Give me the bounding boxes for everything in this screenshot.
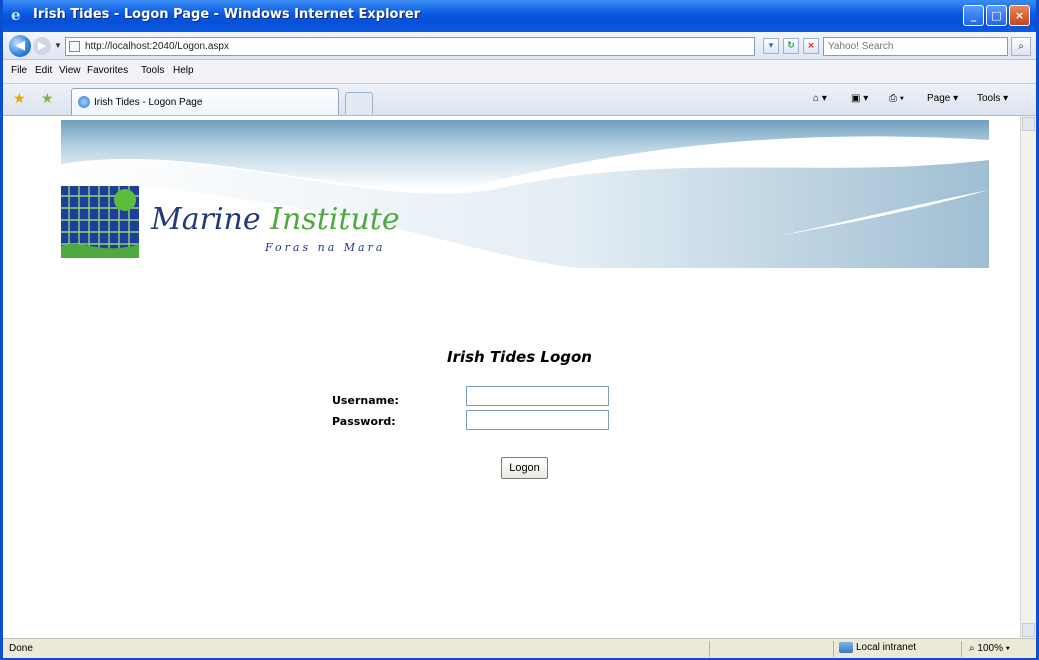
menu-view[interactable]: View bbox=[59, 65, 81, 76]
address-box bbox=[65, 37, 755, 56]
menu-edit[interactable]: Edit bbox=[35, 65, 52, 76]
scroll-up-icon[interactable] bbox=[1022, 117, 1035, 131]
brand-name: Marine Institute bbox=[151, 202, 400, 237]
username-label: Username: bbox=[332, 394, 399, 407]
close-button[interactable]: × bbox=[1009, 5, 1030, 26]
brand-secondary: Institute bbox=[270, 202, 400, 237]
brand-primary: Marine bbox=[151, 202, 261, 237]
add-favorites-icon[interactable]: ★ bbox=[41, 91, 54, 107]
stop-icon[interactable]: × bbox=[803, 38, 819, 54]
scroll-down-icon[interactable] bbox=[1022, 623, 1035, 637]
address-dropdown-icon[interactable]: ▾ bbox=[763, 38, 779, 54]
menu-favorites[interactable]: Favorites bbox=[87, 65, 128, 76]
maximize-button[interactable]: □ bbox=[986, 5, 1007, 26]
password-input[interactable] bbox=[466, 410, 609, 430]
new-tab-button[interactable] bbox=[345, 92, 373, 114]
page-icon bbox=[69, 41, 80, 52]
login-title: Irish Tides Logon bbox=[447, 348, 592, 366]
forward-arrow-icon[interactable]: ▶ bbox=[33, 37, 51, 55]
browser-window: e Irish Tides - Logon Page - Windows Int… bbox=[0, 0, 1039, 660]
page-content: Marine Institute Foras na Mara Irish Tid… bbox=[3, 116, 1020, 638]
menu-file[interactable]: File bbox=[11, 65, 27, 76]
brand-tagline: Foras na Mara bbox=[265, 241, 386, 254]
refresh-icon[interactable]: ↻ bbox=[783, 38, 799, 54]
tools-menu-button[interactable]: Tools ▾ bbox=[977, 93, 1008, 104]
zoom-level[interactable]: ⌕ 100% ▾ bbox=[969, 643, 1010, 654]
menu-tools[interactable]: Tools bbox=[141, 65, 164, 76]
zone-label: Local intranet bbox=[856, 642, 917, 654]
page-menu-button[interactable]: Page ▾ bbox=[927, 93, 958, 104]
back-arrow-icon[interactable]: ◀ bbox=[9, 35, 31, 57]
home-icon[interactable]: ⌂ ▾ bbox=[813, 93, 827, 104]
title-bar: e Irish Tides - Logon Page - Windows Int… bbox=[3, 0, 1036, 32]
search-input[interactable] bbox=[824, 38, 1007, 55]
password-label: Password: bbox=[332, 415, 396, 428]
print-icon[interactable]: ⎙ ▾ bbox=[889, 93, 904, 104]
vertical-scrollbar[interactable] bbox=[1020, 116, 1036, 638]
ie-logo-icon: e bbox=[11, 6, 21, 24]
search-icon[interactable]: ⌕ bbox=[1011, 37, 1031, 56]
address-toolbar: ◀ ▶ ▼ ▾ ↻ × ⌕ bbox=[3, 32, 1036, 60]
status-separator bbox=[709, 641, 710, 657]
history-dropdown-icon[interactable]: ▼ bbox=[54, 41, 62, 50]
zoom-label: 100% bbox=[977, 643, 1003, 654]
address-input[interactable] bbox=[85, 39, 745, 54]
status-text: Done bbox=[9, 643, 33, 654]
local-intranet-icon bbox=[839, 642, 853, 653]
menu-help[interactable]: Help bbox=[173, 65, 194, 76]
status-separator bbox=[961, 641, 962, 657]
feeds-icon[interactable]: ▣ ▾ bbox=[851, 93, 868, 104]
window-title: Irish Tides - Logon Page - Windows Inter… bbox=[33, 7, 421, 22]
status-bar: Done Local intranet ⌕ 100% ▾ bbox=[3, 638, 1036, 658]
tab-irish-tides[interactable]: Irish Tides - Logon Page bbox=[71, 88, 339, 115]
menu-bar: File Edit View Favorites Tools Help bbox=[3, 60, 1036, 84]
minimize-button[interactable]: _ bbox=[963, 5, 984, 26]
tab-bar: ★ ★ Irish Tides - Logon Page ⌂ ▾ ▣ ▾ ⎙ ▾… bbox=[3, 84, 1036, 116]
banner-wave bbox=[61, 120, 989, 268]
status-separator bbox=[833, 641, 834, 657]
username-input[interactable] bbox=[466, 386, 609, 406]
favorites-star-icon[interactable]: ★ bbox=[13, 91, 26, 107]
marine-institute-logo-icon bbox=[61, 186, 139, 258]
search-box bbox=[823, 37, 1008, 56]
logon-button[interactable]: Logon bbox=[501, 457, 548, 479]
tab-label: Irish Tides - Logon Page bbox=[94, 97, 203, 108]
security-zone[interactable]: Local intranet bbox=[839, 642, 916, 653]
ie-page-icon bbox=[78, 96, 90, 108]
